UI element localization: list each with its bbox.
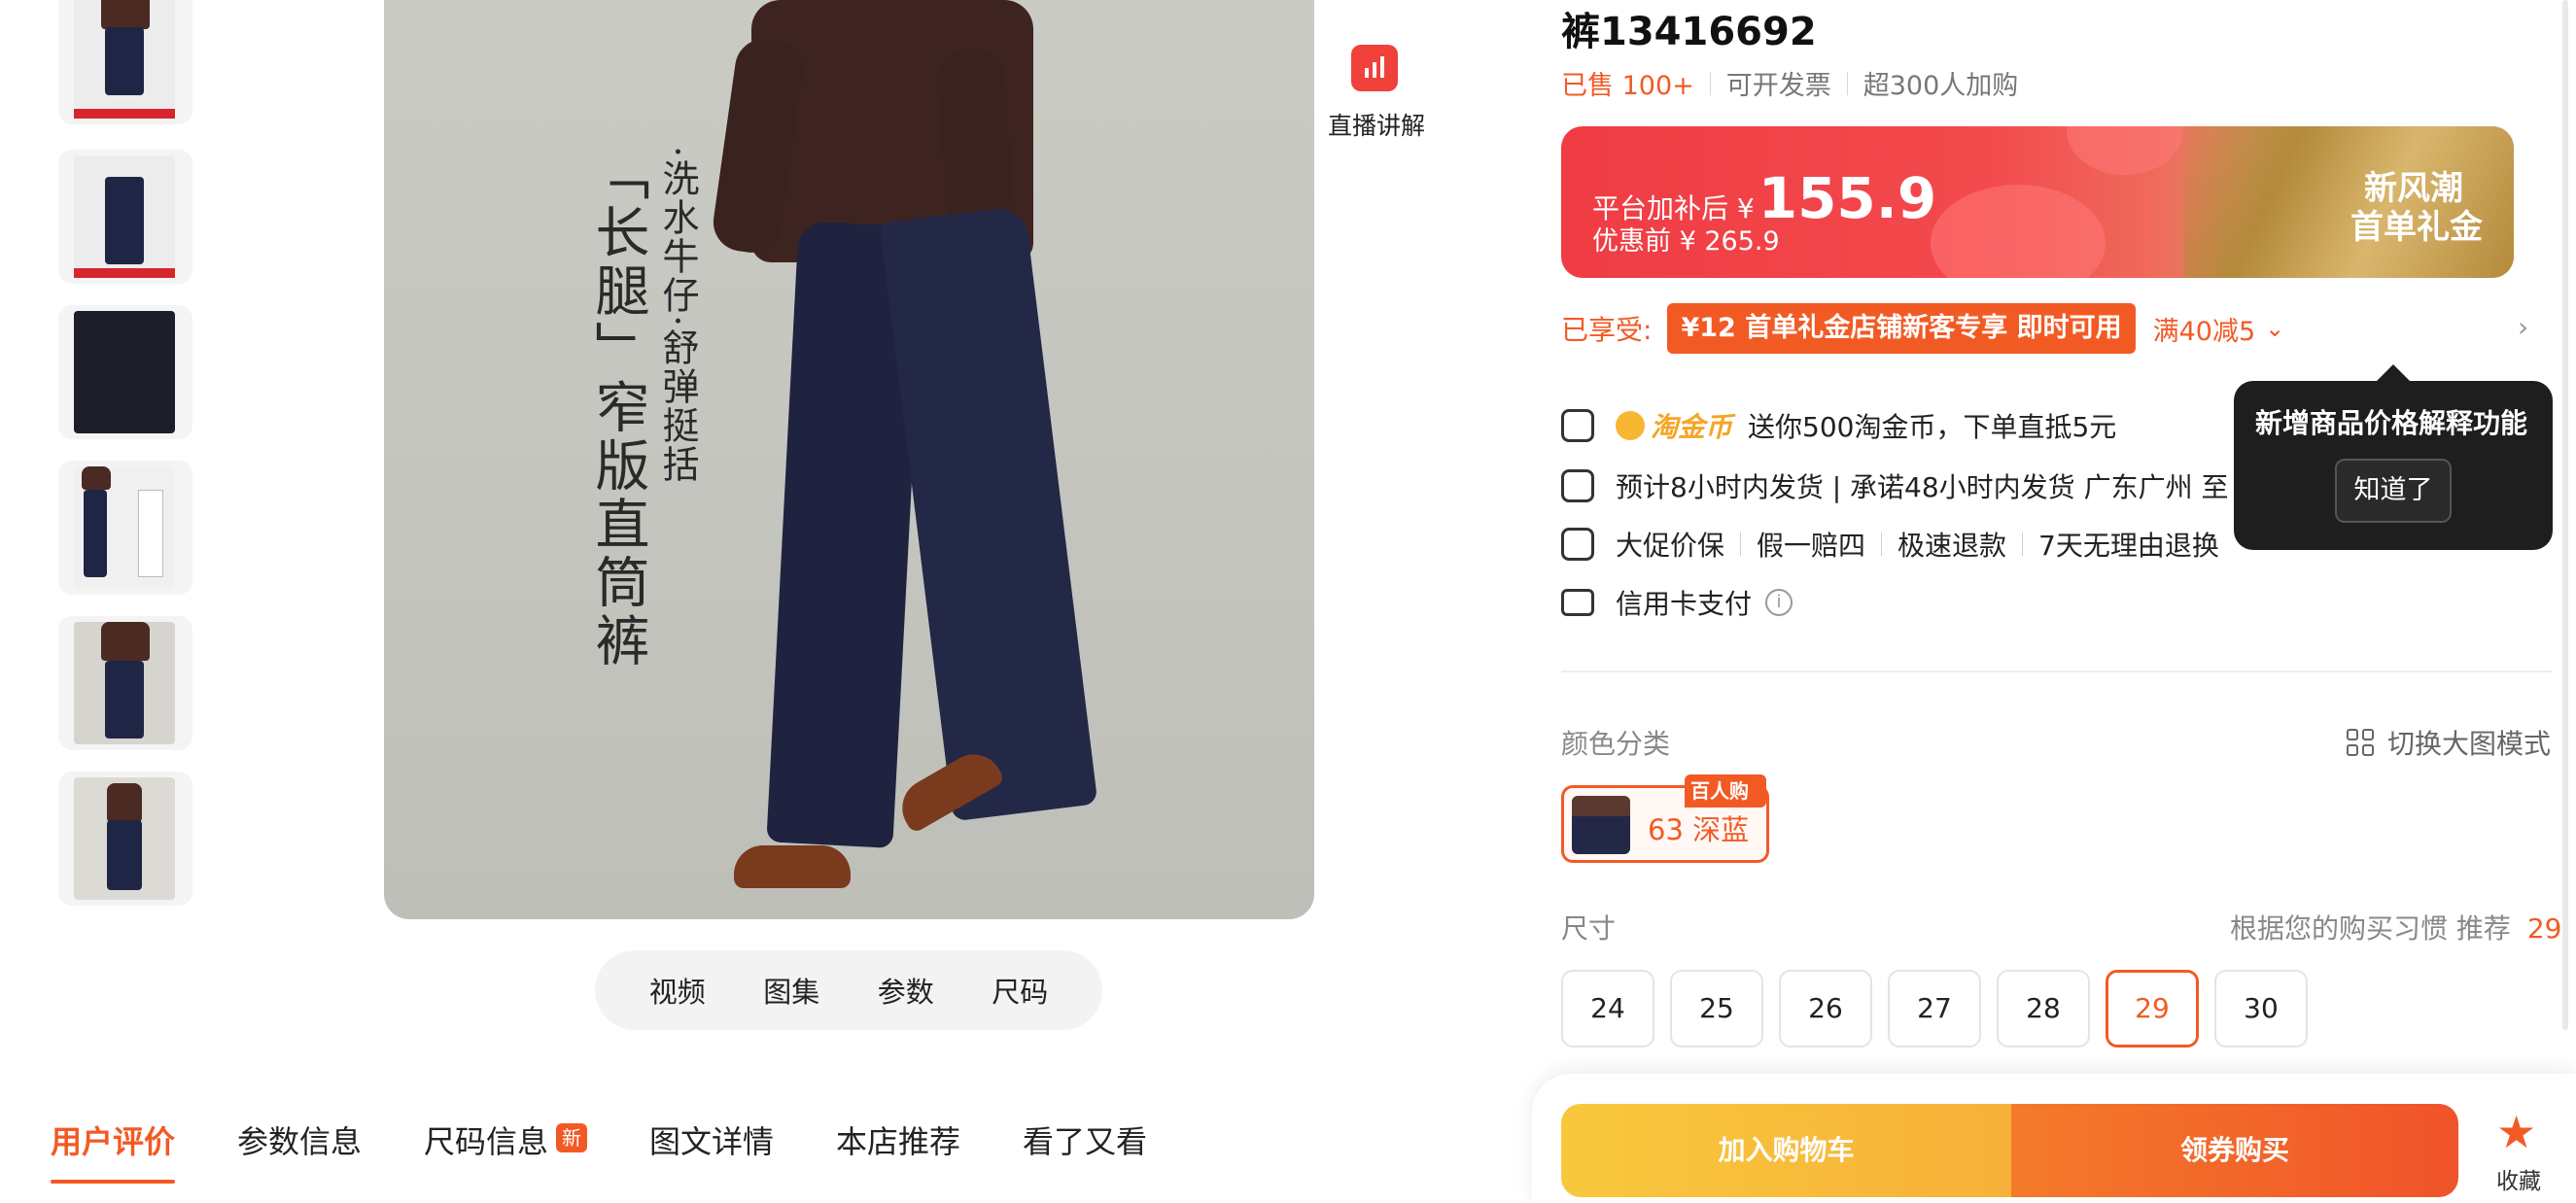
size-label: 尺寸 xyxy=(1561,912,1617,945)
tab-size-info[interactable]: 尺码信息 xyxy=(424,1117,548,1162)
credit-card-icon xyxy=(1561,589,1594,616)
coin-row[interactable]: 淘金币 送你500淘金币，下单直抵5元 xyxy=(1561,406,2116,445)
promo-enjoyed-label: 已享受: xyxy=(1561,314,1653,346)
popular-badge: 百人购买 xyxy=(1685,774,1766,836)
payment-text: 信用卡支付 xyxy=(1616,588,1753,620)
color-option-dark-blue[interactable]: 百人购买 63 深蓝 xyxy=(1561,774,1769,863)
media-tab-bar: 视频 图集 参数 尺码 xyxy=(595,950,1102,1030)
switch-view-label: 切换大图模式 xyxy=(2387,728,2552,760)
media-tab-gallery[interactable]: 图集 xyxy=(763,970,819,1011)
guarantee-fast-refund: 极速退款 xyxy=(1897,530,2007,562)
sold-count: 已售 100+ xyxy=(1561,71,1694,101)
live-stream-label[interactable]: 直播讲解 xyxy=(1328,107,1425,142)
guarantee-fake-compensation: 假一赔四 xyxy=(1757,530,1866,562)
tab-reviews[interactable]: 用户评价 xyxy=(51,1117,175,1162)
size-recommend-prefix: 根据您的购买习惯 推荐 xyxy=(2230,912,2511,945)
price-before: 优惠前 ¥ 265.9 xyxy=(1592,226,1780,257)
grid-icon xyxy=(2347,729,2374,756)
buy-with-coupon-button[interactable]: 领券购买 xyxy=(2011,1104,2458,1197)
thumbnail-5[interactable] xyxy=(58,616,192,750)
color-option-label: 63 深蓝 xyxy=(1648,813,1750,846)
sales-info-row: 已售 100+ 可开发票 超300人加购 xyxy=(1561,64,2018,102)
info-icon[interactable]: i xyxy=(1765,589,1793,616)
coin-icon xyxy=(1616,411,1645,440)
size-option-27[interactable]: 27 xyxy=(1888,970,1981,1048)
shipping-text: 预计8小时内发货 | 承诺48小时内发货 广东广州 至 中国 xyxy=(1616,471,2292,503)
thumbnail-4[interactable] xyxy=(58,461,192,595)
media-tab-size[interactable]: 尺码 xyxy=(992,970,1048,1011)
favorite-label[interactable]: 收藏 xyxy=(2496,1162,2541,1195)
color-swatch xyxy=(1572,796,1630,854)
new-badge: 新 xyxy=(556,1123,587,1152)
model-shoe-left xyxy=(734,845,851,888)
shipping-row[interactable]: 预计8小时内发货 | 承诺48小时内发货 广东广州 至 中国 xyxy=(1561,466,2291,505)
thumbnail-6[interactable] xyxy=(58,772,192,906)
shield-hand-icon xyxy=(1561,528,1594,561)
model-jeans-right xyxy=(880,205,1098,822)
tab-active-underline xyxy=(51,1180,175,1184)
tab-params[interactable]: 参数信息 xyxy=(237,1117,362,1162)
size-option-29[interactable]: 29 xyxy=(2106,970,2199,1048)
chevron-down-icon[interactable]: ⌄ xyxy=(2265,315,2284,342)
add-to-cart-button[interactable]: 加入购物车 xyxy=(1561,1104,2011,1197)
promo-coupon-tag[interactable]: ¥12 首单礼金店铺新客专享 即时可用 xyxy=(1667,303,2136,354)
promo-badge-line2: 首单礼金 xyxy=(2350,208,2483,247)
media-tab-params[interactable]: 参数 xyxy=(878,970,934,1011)
scrollbar[interactable] xyxy=(2562,0,2568,1030)
guarantee-7day-return: 7天无理由退换 xyxy=(2038,530,2219,562)
guarantee-row[interactable]: 大促价保 假一赔四 极速退款 7天无理由退换 xyxy=(1561,525,2219,564)
switch-view-button[interactable]: 切换大图模式 xyxy=(2347,723,2551,762)
truck-icon xyxy=(1561,469,1594,502)
tab-store-recommend[interactable]: 本店推荐 xyxy=(836,1117,960,1162)
divider xyxy=(1561,670,2553,672)
guarantee-price-protect: 大促价保 xyxy=(1616,530,1725,562)
size-recommend-value: 29 xyxy=(2526,912,2562,945)
size-option-28[interactable]: 28 xyxy=(1997,970,2090,1048)
feature-tooltip: 新增商品价格解释功能 知道了 xyxy=(2234,364,2553,550)
size-option-30[interactable]: 30 xyxy=(2214,970,2308,1048)
gift-icon xyxy=(1561,409,1594,442)
star-icon[interactable]: ★ xyxy=(2496,1110,2536,1154)
size-recommendation: 根据您的购买习惯 推荐 29 xyxy=(2230,908,2561,946)
invoice-info: 可开发票 xyxy=(1725,71,1831,101)
price-banner[interactable]: 平台加补后 ¥ 155.9 优惠前 ¥ 265.9 新风潮 首单礼金 xyxy=(1561,126,2514,278)
size-option-26[interactable]: 26 xyxy=(1779,970,1872,1048)
media-tab-video[interactable]: 视频 xyxy=(649,970,706,1011)
promo-row[interactable]: 已享受: ¥12 首单礼金店铺新客专享 即时可用 满40减5 ⌄ xyxy=(1561,303,2284,354)
promo-discount[interactable]: 满40减5 xyxy=(2153,310,2256,348)
cart-count: 超300人加购 xyxy=(1862,71,2019,101)
thumbnail-3[interactable] xyxy=(58,305,192,439)
live-stream-icon[interactable] xyxy=(1351,45,1398,91)
payment-row[interactable]: 信用卡支付 i xyxy=(1561,583,1793,622)
tab-also-viewed[interactable]: 看了又看 xyxy=(1023,1117,1147,1162)
coin-text: 送你500淘金币，下单直抵5元 xyxy=(1748,411,2117,443)
thumbnail-1[interactable] xyxy=(58,0,192,124)
tab-details[interactable]: 图文详情 xyxy=(649,1117,774,1162)
main-image-subline: ·洗水牛仔·舒弹挺括 xyxy=(656,146,699,485)
price-after-value: 155.9 xyxy=(1758,165,1937,231)
chevron-right-icon[interactable]: › xyxy=(2518,311,2528,343)
thumbnail-2[interactable] xyxy=(58,150,192,284)
size-option-25[interactable]: 25 xyxy=(1670,970,1763,1048)
color-label: 颜色分类 xyxy=(1561,728,1671,760)
tooltip-dismiss-button[interactable]: 知道了 xyxy=(2335,459,2452,523)
tooltip-text: 新增商品价格解释功能 xyxy=(2255,407,2528,439)
main-image-headline: 「长腿」窄版直筒裤 xyxy=(586,146,649,670)
coin-brand: 淘金币 xyxy=(1651,411,1733,443)
size-option-24[interactable]: 24 xyxy=(1561,970,1654,1048)
product-title: 裤13416692 xyxy=(1561,10,1817,54)
main-product-image[interactable]: 「长腿」窄版直筒裤 ·洗水牛仔·舒弹挺括 xyxy=(384,0,1314,919)
